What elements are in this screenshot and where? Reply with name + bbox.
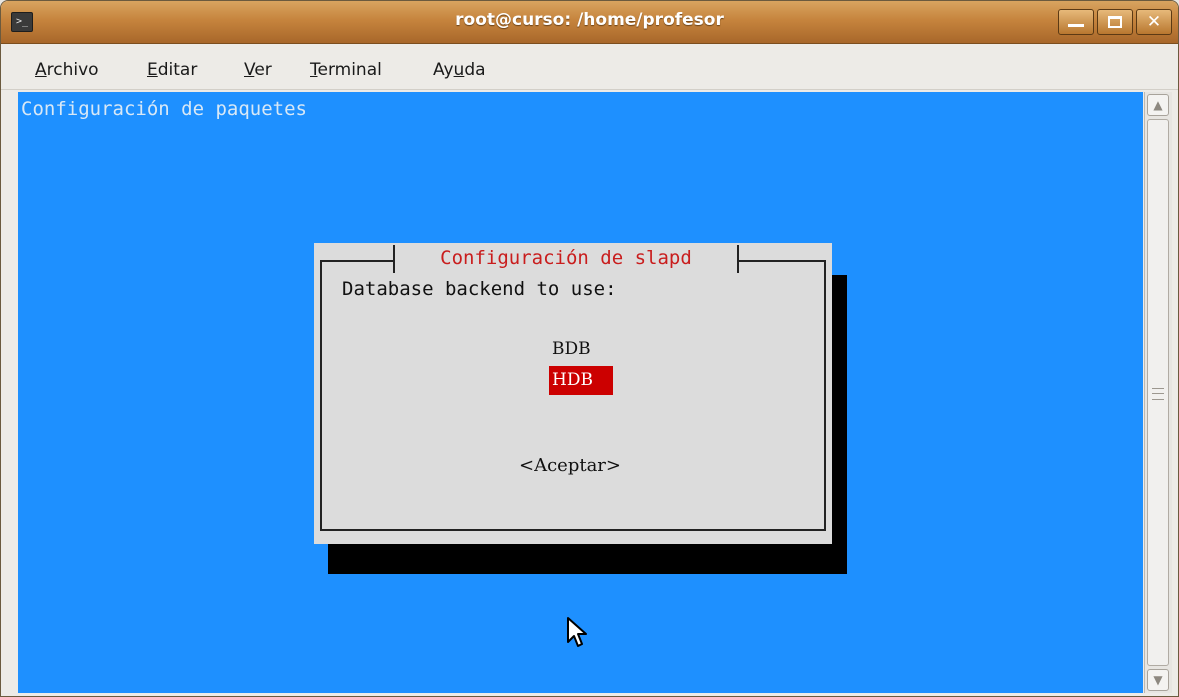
close-icon: ✕ bbox=[1146, 12, 1162, 32]
menu-label-post: ditar bbox=[157, 60, 198, 80]
menu-mnemonic: u bbox=[453, 60, 465, 80]
menu-label-pre: Ay bbox=[433, 60, 454, 80]
menu-mnemonic: T bbox=[310, 60, 318, 80]
window-title: root@curso: /home/profesor bbox=[455, 10, 724, 30]
scroll-up-button[interactable]: ▲ bbox=[1147, 94, 1169, 116]
menu-label-post: da bbox=[464, 60, 486, 80]
menu-label-post: er bbox=[254, 60, 272, 80]
slapd-config-dialog: Configuración de slapd Database backend … bbox=[314, 243, 832, 544]
scroll-down-button[interactable]: ▼ bbox=[1147, 669, 1169, 691]
aceptar-button[interactable]: <Aceptar> bbox=[519, 455, 649, 476]
menu-label-post: erminal bbox=[317, 60, 382, 80]
close-button[interactable]: ✕ bbox=[1136, 9, 1172, 35]
scroll-thumb[interactable] bbox=[1147, 119, 1169, 666]
maximize-icon bbox=[1098, 10, 1132, 34]
menu-label-post: rchivo bbox=[46, 60, 99, 80]
menu-mnemonic: E bbox=[147, 60, 158, 80]
option-hdb-selected[interactable]: HDB bbox=[549, 366, 613, 395]
terminal-screen[interactable]: Configuración de paquetes Configuración … bbox=[18, 92, 1143, 693]
terminal-header-text: Configuración de paquetes bbox=[21, 98, 307, 120]
vertical-scrollbar[interactable]: ▲ ▼ bbox=[1144, 92, 1172, 693]
menu-ver[interactable]: Ver bbox=[244, 60, 272, 80]
menu-bar: Archivo Editar Ver Terminal Ayuda bbox=[1, 44, 1178, 90]
option-bdb[interactable]: BDB bbox=[549, 335, 613, 364]
mouse-cursor-icon bbox=[567, 617, 587, 647]
minimize-icon bbox=[1059, 10, 1093, 34]
minimize-button[interactable] bbox=[1058, 9, 1094, 35]
title-bar[interactable]: >_ root@curso: /home/profesor ✕ bbox=[1, 1, 1178, 44]
menu-mnemonic: V bbox=[244, 60, 255, 80]
maximize-button[interactable] bbox=[1097, 9, 1133, 35]
terminal-window: >_ root@curso: /home/profesor ✕ Archivo … bbox=[0, 0, 1179, 697]
dialog-frame bbox=[320, 260, 826, 531]
menu-editar[interactable]: Editar bbox=[147, 60, 197, 80]
window-controls: ✕ bbox=[1058, 9, 1172, 35]
grip-icon bbox=[1152, 387, 1164, 400]
dialog-title: Configuración de slapd bbox=[393, 245, 739, 273]
menu-mnemonic: A bbox=[35, 60, 47, 80]
menu-archivo[interactable]: Archivo bbox=[35, 60, 99, 80]
menu-terminal[interactable]: Terminal bbox=[310, 60, 382, 80]
dialog-prompt: Database backend to use: bbox=[342, 278, 617, 300]
menu-ayuda[interactable]: Ayuda bbox=[433, 60, 486, 80]
